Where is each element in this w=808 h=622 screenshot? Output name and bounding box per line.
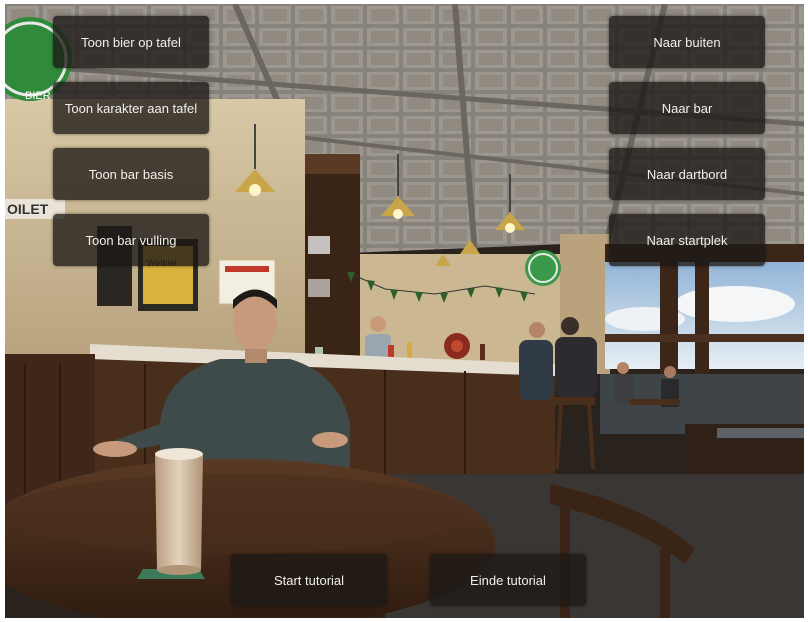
- go-to-start-button[interactable]: Naar startplek: [609, 214, 765, 266]
- go-to-bar-button[interactable]: Naar bar: [609, 82, 765, 134]
- game-viewport[interactable]: BIER OILET Welbier: [5, 4, 804, 618]
- show-bar-fill-button[interactable]: Toon bar vulling: [53, 214, 209, 266]
- show-character-at-table-button[interactable]: Toon karakter aan tafel: [53, 82, 209, 134]
- logo-text: BIER: [25, 90, 51, 102]
- dartboard-icon: [444, 333, 470, 359]
- start-tutorial-button[interactable]: Start tutorial: [231, 554, 387, 606]
- window: [605, 244, 804, 394]
- far-booths: [600, 362, 804, 474]
- show-beer-on-table-button[interactable]: Toon bier op tafel: [53, 16, 209, 68]
- end-tutorial-button[interactable]: Einde tutorial: [430, 554, 586, 606]
- toilet-sign-text: OILET: [7, 201, 49, 217]
- go-outside-button[interactable]: Naar buiten: [609, 16, 765, 68]
- show-bar-base-button[interactable]: Toon bar basis: [53, 148, 209, 200]
- go-to-dartboard-button[interactable]: Naar dartbord: [609, 148, 765, 200]
